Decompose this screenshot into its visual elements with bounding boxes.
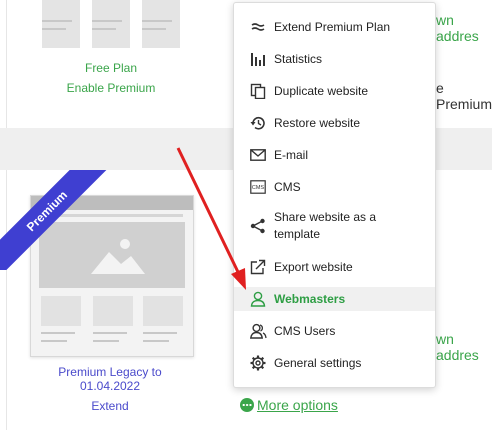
menu-item-statistics[interactable]: Statistics (234, 49, 435, 69)
more-options-button[interactable]: More options (240, 397, 338, 413)
domain-link-top[interactable]: wn addres (436, 12, 492, 44)
domain-link-bottom[interactable]: wn addres (436, 331, 492, 363)
cms-icon: CMS (248, 178, 268, 196)
thumbnail-line (93, 340, 119, 342)
extend-link[interactable]: Extend (80, 399, 140, 413)
thumbnail-line (92, 28, 116, 30)
menu-item-label: Webmasters (274, 291, 346, 306)
premium-legacy-label[interactable]: Premium Legacy to 01.04.2022 (40, 365, 180, 393)
menu-item-label: Statistics (274, 51, 323, 66)
settings-icon (248, 354, 268, 372)
thumbnail-line (142, 28, 166, 30)
thumbnail-line (41, 332, 75, 334)
webmasters-icon (248, 290, 268, 308)
menu-item-label: General settings (274, 355, 362, 370)
free-plan-thumbnail[interactable] (28, 0, 192, 52)
menu-item-restore[interactable]: Restore website (234, 113, 435, 133)
premium-ribbon: Premium (0, 170, 110, 270)
thumbnail-column (93, 296, 133, 326)
menu-item-label: Restore website (274, 115, 361, 130)
premium-status-text: e Premium (436, 80, 492, 112)
menu-item-label: E-mail (274, 147, 309, 162)
menu-item-label: CMS (274, 179, 301, 194)
thumbnail-line (93, 332, 127, 334)
thumbnail-line (42, 20, 72, 22)
thumbnail-column (41, 296, 81, 326)
thumbnail-column (142, 0, 180, 48)
menu-item-export[interactable]: Export website (234, 257, 435, 277)
duplicate-icon (248, 82, 268, 100)
menu-item-webmasters[interactable]: Webmasters (234, 287, 435, 311)
more-dots-icon (240, 398, 254, 412)
thumbnail-column (42, 0, 80, 48)
thumbnail-column (92, 0, 130, 48)
menu-item-cms[interactable]: CMS CMS (234, 177, 435, 197)
enable-premium-link[interactable]: Enable Premium (46, 81, 176, 95)
context-menu: Extend Premium Plan Statistics Duplicate… (233, 2, 436, 388)
thumbnail-line (143, 332, 177, 334)
menu-item-email[interactable]: E-mail (234, 145, 435, 165)
menu-item-extend-premium[interactable]: Extend Premium Plan (234, 17, 435, 37)
menu-item-general-settings[interactable]: General settings (234, 353, 435, 373)
menu-item-label: Duplicate website (274, 83, 369, 98)
export-icon (248, 258, 268, 276)
free-plan-label[interactable]: Free Plan (56, 61, 166, 75)
cms-users-icon (248, 322, 268, 340)
thumbnail-column (143, 296, 183, 326)
extend-icon (248, 18, 268, 36)
menu-item-cms-users[interactable]: CMS Users (234, 321, 435, 341)
svg-text:CMS: CMS (252, 185, 265, 191)
thumbnail-line (42, 28, 66, 30)
statistics-icon (248, 50, 268, 68)
thumbnail-line (92, 20, 122, 22)
restore-icon (248, 114, 268, 132)
thumbnail-line (142, 20, 172, 22)
more-options-label[interactable]: More options (257, 397, 338, 413)
premium-ribbon-label: Premium (0, 170, 110, 270)
menu-item-label: Extend Premium Plan (274, 19, 391, 34)
menu-item-label: CMS Users (274, 323, 336, 338)
menu-item-label: Share website as a template (274, 210, 377, 241)
menu-item-share-template[interactable]: Share website as a template (234, 209, 435, 243)
menu-item-label: Export website (274, 259, 353, 274)
share-icon (248, 217, 268, 235)
thumbnail-line (143, 340, 169, 342)
email-icon (248, 146, 268, 164)
thumbnail-line (41, 340, 67, 342)
menu-item-duplicate[interactable]: Duplicate website (234, 81, 435, 101)
